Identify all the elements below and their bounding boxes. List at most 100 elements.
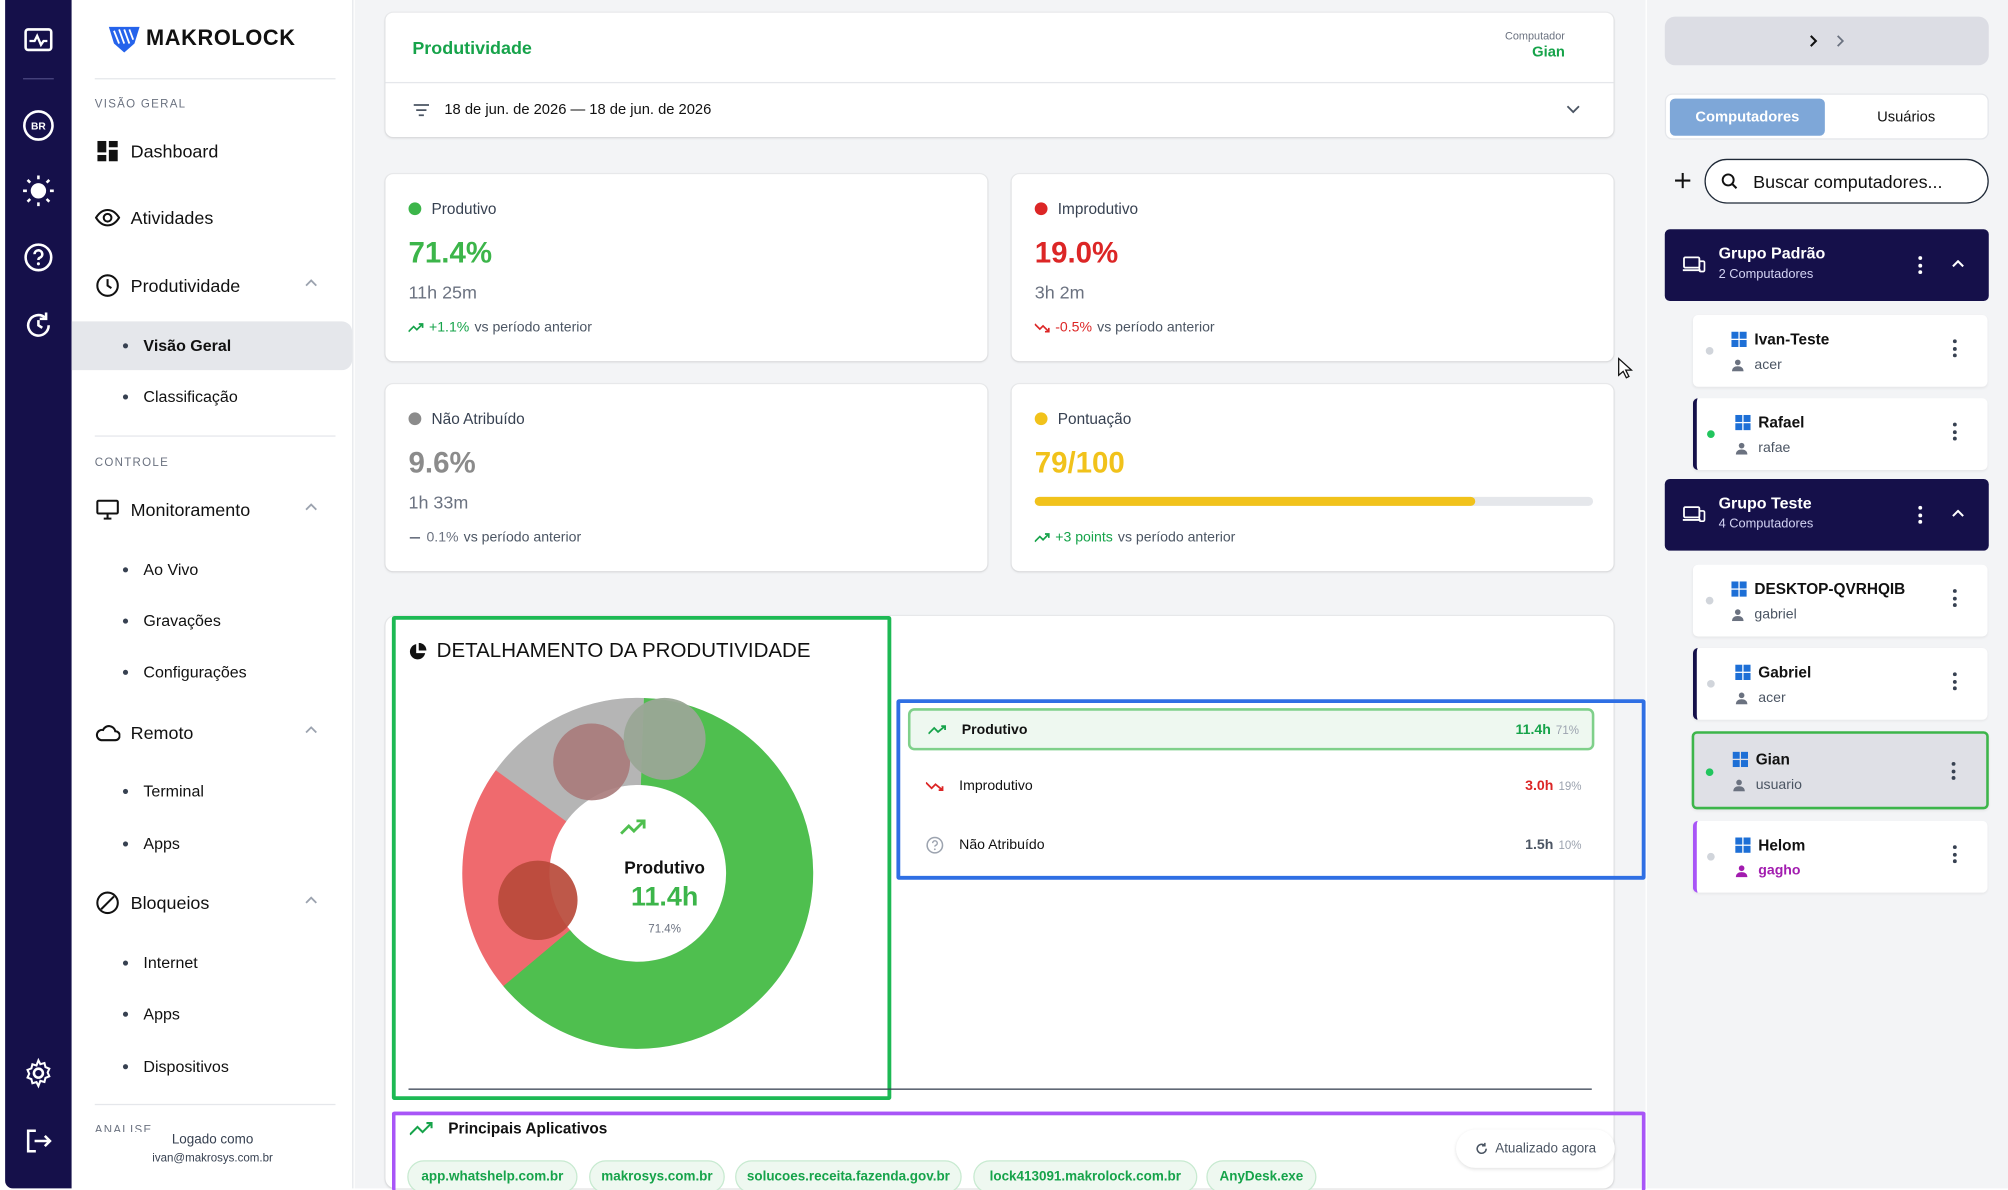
search-icon bbox=[1721, 173, 1738, 189]
chevron-up-icon[interactable] bbox=[1952, 259, 1965, 268]
group-count: 4 Computadores bbox=[1718, 517, 1814, 532]
group-header-teste[interactable]: Grupo Teste 4 Computadores bbox=[1664, 478, 1989, 551]
windows-icon bbox=[1735, 664, 1751, 680]
more-vertical-icon[interactable] bbox=[1952, 845, 1957, 864]
more-vertical-icon[interactable] bbox=[1918, 505, 1923, 524]
language-br-icon[interactable]: BR bbox=[5, 108, 72, 144]
subnav-prod-classification[interactable]: Classificação bbox=[72, 373, 354, 422]
logout-icon[interactable] bbox=[5, 1123, 72, 1159]
more-vertical-icon[interactable] bbox=[1952, 339, 1957, 358]
group-count: 2 Computadores bbox=[1718, 267, 1814, 282]
help-icon[interactable] bbox=[5, 239, 72, 275]
chevron-up-icon[interactable] bbox=[305, 896, 318, 904]
activity-monitor-icon[interactable] bbox=[5, 23, 72, 59]
add-icon[interactable] bbox=[1675, 172, 1691, 189]
subnav-prod-overview[interactable]: Visão Geral bbox=[71, 321, 353, 371]
group-header-padrao[interactable]: Grupo Padrão 2 Computadores bbox=[1664, 229, 1989, 301]
computer-item[interactable]: DESKTOP-QVRHQIB gabriel bbox=[1692, 564, 1988, 637]
sun-icon[interactable] bbox=[5, 173, 72, 209]
date-range: 18 de jun. de 2026 — 18 de jun. de 2026 bbox=[444, 102, 712, 118]
chevron-up-icon[interactable] bbox=[305, 279, 318, 287]
nav-activities[interactable]: Atividades bbox=[94, 200, 336, 236]
chevron-up-icon[interactable] bbox=[1952, 509, 1965, 518]
subnav-recordings[interactable]: Gravações bbox=[72, 597, 354, 646]
bullet-icon bbox=[122, 343, 129, 349]
computer-label: Computador bbox=[1504, 29, 1565, 43]
subnav-settings[interactable]: Configurações bbox=[72, 648, 354, 697]
more-vertical-icon[interactable] bbox=[1952, 672, 1957, 691]
user-icon bbox=[1735, 692, 1748, 705]
computer-item[interactable]: Ivan-Teste acer bbox=[1692, 315, 1988, 387]
nav-blocks[interactable]: Bloqueios bbox=[95, 885, 336, 921]
windows-icon bbox=[1735, 414, 1751, 431]
cloud-icon bbox=[95, 724, 121, 742]
nav-monitoring[interactable]: Monitoramento bbox=[95, 492, 336, 528]
search-field[interactable]: Buscar computadores... bbox=[1704, 158, 1989, 204]
subnav-label: Configurações bbox=[143, 663, 247, 682]
history-icon[interactable] bbox=[5, 307, 72, 343]
row-value: 3.0h bbox=[1525, 778, 1554, 794]
app-chip[interactable]: lock413091.makrolock.com.br bbox=[973, 1160, 1198, 1190]
refresh-button[interactable]: Atualizado agora bbox=[1456, 1129, 1615, 1168]
app-chip[interactable]: AnyDesk.exe bbox=[1206, 1160, 1317, 1190]
chevron-up-icon[interactable] bbox=[305, 726, 318, 734]
tab-users[interactable]: Usuários bbox=[1829, 99, 1984, 136]
stat-card-productive: Produtivo 71.4% 11h 25m +1.1% vs período … bbox=[385, 174, 988, 362]
subnav-block-apps[interactable]: Apps bbox=[72, 990, 354, 1039]
windows-icon bbox=[1732, 751, 1749, 768]
chevron-up-icon[interactable] bbox=[305, 503, 318, 511]
computer-item[interactable]: Helom gagho bbox=[1692, 820, 1988, 893]
subnav-devices[interactable]: Dispositivos bbox=[72, 1042, 354, 1091]
subnav-terminal[interactable]: Terminal bbox=[72, 767, 354, 816]
sidebar: MAKROLOCK VISÃO GERAL Dashboard Atividad… bbox=[71, 0, 354, 1189]
panel-tabs: Computadores Usuários bbox=[1664, 93, 1989, 140]
date-filter[interactable]: 18 de jun. de 2026 — 18 de jun. de 2026 bbox=[385, 83, 1613, 137]
breakdown-row-unassigned[interactable]: Não Atribuído 1.5h 10% bbox=[908, 825, 1594, 866]
app-chip[interactable]: solucoes.receita.fazenda.gov.br bbox=[735, 1160, 962, 1190]
computer-item[interactable]: Gabriel acer bbox=[1692, 647, 1988, 720]
breakdown-row-unproductive[interactable]: Improdutivo 3.0h 19% bbox=[908, 766, 1594, 807]
trend-down-icon bbox=[925, 781, 944, 792]
stat-value: 9.6% bbox=[408, 445, 476, 479]
breakdown-row-productive[interactable]: Produtivo 11.4h 71% bbox=[907, 708, 1595, 751]
computer-item[interactable]: Rafael rafae bbox=[1692, 398, 1988, 470]
more-vertical-icon[interactable] bbox=[1951, 761, 1956, 780]
stat-value: 71.4% bbox=[408, 235, 493, 269]
refresh-icon bbox=[1475, 1142, 1487, 1155]
computer-user: acer bbox=[1754, 357, 1782, 373]
app-chip[interactable]: makrosys.com.br bbox=[589, 1160, 725, 1190]
more-vertical-icon[interactable] bbox=[1952, 589, 1957, 608]
computer-item-selected[interactable]: Gian usuario bbox=[1691, 731, 1989, 810]
panel-collapse-button[interactable] bbox=[1664, 16, 1989, 66]
status-dot-icon bbox=[408, 412, 422, 426]
more-vertical-icon[interactable] bbox=[1952, 422, 1957, 441]
nav-label: Dashboard bbox=[130, 140, 219, 162]
subnav-internet[interactable]: Internet bbox=[72, 939, 354, 988]
nav-productivity[interactable]: Produtividade bbox=[95, 268, 336, 304]
brand-logo[interactable]: MAKROLOCK bbox=[108, 23, 296, 54]
nav-label: Monitoramento bbox=[130, 499, 251, 520]
subnav-label: Dispositivos bbox=[143, 1057, 229, 1076]
stat-compare-text: vs período anterior bbox=[1097, 320, 1215, 336]
tab-computers[interactable]: Computadores bbox=[1669, 98, 1825, 136]
status-dot-icon bbox=[1034, 412, 1048, 426]
bullet-icon bbox=[122, 788, 129, 794]
windows-icon bbox=[1731, 581, 1747, 597]
search-placeholder: Buscar computadores... bbox=[1753, 170, 1943, 192]
subnav-remote-apps[interactable]: Apps bbox=[72, 820, 354, 869]
app-chip[interactable]: app.whatshelp.com.br bbox=[407, 1160, 578, 1190]
eye-icon bbox=[94, 208, 121, 227]
more-vertical-icon[interactable] bbox=[1918, 256, 1923, 275]
stat-delta: +3 points bbox=[1055, 530, 1113, 546]
subnav-live[interactable]: Ao Vivo bbox=[72, 546, 354, 595]
windows-icon bbox=[1731, 331, 1747, 348]
status-dot-offline bbox=[1705, 596, 1714, 605]
computer-user: usuario bbox=[1755, 777, 1802, 793]
bullet-icon bbox=[122, 669, 129, 675]
nav-remote[interactable]: Remoto bbox=[95, 715, 336, 751]
dashboard-icon bbox=[95, 140, 121, 162]
highlight-box-green bbox=[391, 615, 892, 1101]
settings-gear-icon[interactable] bbox=[5, 1055, 72, 1091]
chevron-down-icon[interactable] bbox=[1566, 105, 1580, 114]
nav-dashboard[interactable]: Dashboard bbox=[95, 133, 336, 169]
